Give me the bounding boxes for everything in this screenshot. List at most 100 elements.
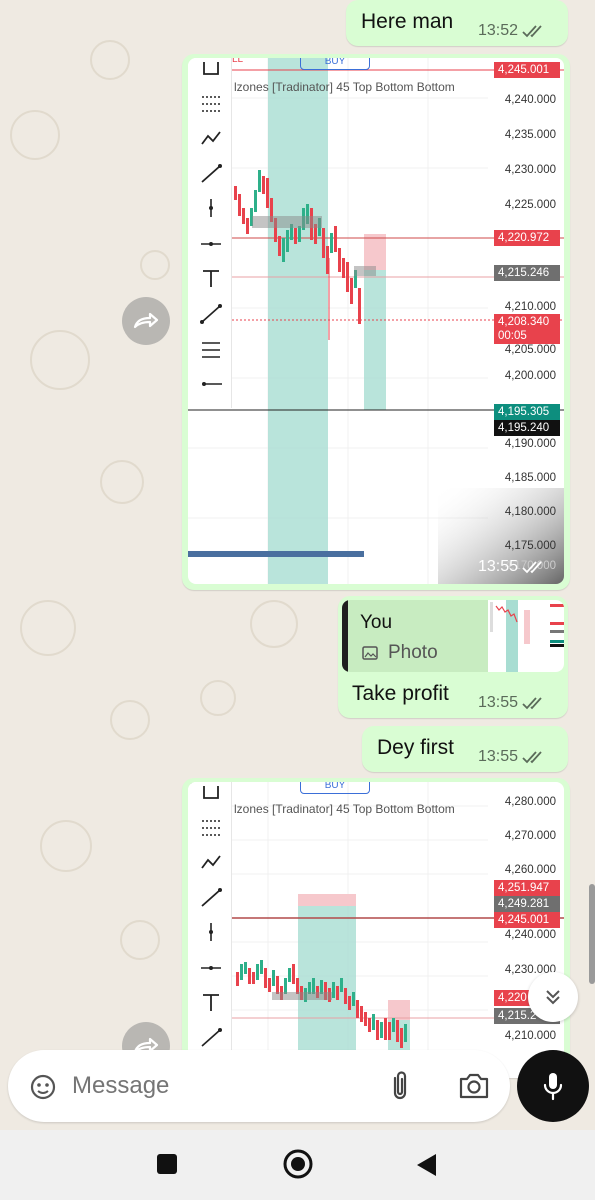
drawing-toolbar <box>188 782 232 1078</box>
chart-buy-button: BUY <box>300 782 370 794</box>
nav-square-icon[interactable] <box>157 1154 177 1174</box>
message-bubble[interactable]: Here man 13:52 <box>346 0 568 46</box>
message-text: Take profit <box>352 682 449 705</box>
horizontal-ray-icon[interactable] <box>200 374 222 394</box>
axis-label: 4,190.000 <box>504 438 556 450</box>
axis-label: 4,180.000 <box>504 506 556 518</box>
wallpaper-doodle <box>100 460 144 504</box>
message-composer <box>8 1050 510 1122</box>
double-check-icon <box>522 561 542 574</box>
line-tool-icon[interactable] <box>200 304 222 324</box>
quote-type: Photo <box>388 642 438 663</box>
forward-button[interactable] <box>122 297 170 345</box>
scrollbar-thumb[interactable] <box>589 884 595 984</box>
nav-home-icon[interactable] <box>282 1148 314 1180</box>
wallpaper-doodle <box>110 700 150 740</box>
price-tag: 4,245.001 <box>494 912 560 928</box>
vertical-line-icon[interactable] <box>200 198 222 218</box>
wallpaper-doodle <box>120 920 160 960</box>
quoted-message[interactable]: You Photo <box>342 600 564 672</box>
nav-back-icon[interactable] <box>414 1152 438 1178</box>
chart-buy-button: BUY <box>300 58 370 70</box>
price-tag: 4,245.001 <box>494 62 560 78</box>
axis-label: 4,225.000 <box>504 199 556 211</box>
wallpaper-doodle <box>250 600 298 648</box>
image-message-bubble[interactable]: BUY LL lzones [Tradinator] 45 Top Bottom… <box>182 54 570 590</box>
price-tag-timer: 00:05 <box>494 328 560 344</box>
wallpaper-doodle <box>30 330 90 390</box>
axis-label: 4,240.000 <box>504 94 556 106</box>
message-bubble[interactable]: Dey first 13:55 <box>362 726 568 772</box>
vertical-line-icon[interactable] <box>200 922 222 942</box>
axis-label: 4,185.000 <box>504 472 556 484</box>
fib-icon[interactable] <box>200 94 222 114</box>
image-message-bubble[interactable]: BUY lzones [Tradinator] 45 Top Bottom Bo… <box>182 778 570 1078</box>
axis-label: 4,260.000 <box>504 864 556 876</box>
message-text: Here man <box>361 10 454 33</box>
message-time: 13:55 <box>478 558 519 575</box>
message-time: 13:52 <box>478 22 519 39</box>
double-check-icon <box>522 697 542 710</box>
magnet-icon[interactable] <box>200 784 222 804</box>
attach-icon[interactable] <box>388 1070 412 1102</box>
reply-message-bubble[interactable]: You Photo Take profit 13:55 <box>338 596 568 718</box>
price-tag: 4,215.246 <box>494 265 560 281</box>
wallpaper-doodle <box>200 680 236 716</box>
message-input[interactable] <box>72 1068 362 1104</box>
axis-label: 4,235.000 <box>504 129 556 141</box>
camera-icon[interactable] <box>458 1072 490 1100</box>
quote-author: You <box>360 612 393 633</box>
chart-screenshot-image[interactable]: BUY lzones [Tradinator] 45 Top Bottom Bo… <box>188 782 564 1078</box>
chart-sell-label: LL <box>232 58 244 65</box>
magnet-icon[interactable] <box>200 60 222 80</box>
axis-label: 4,280.000 <box>504 796 556 808</box>
sticker-icon[interactable] <box>28 1072 58 1102</box>
trend-path-icon[interactable] <box>200 128 222 148</box>
message-meta: 13:55 <box>478 748 548 766</box>
price-tag: 4,195.305 <box>494 404 560 420</box>
price-tag: 4,220.972 <box>494 230 560 246</box>
axis-label: 4,205.000 <box>504 344 556 356</box>
wallpaper-doodle <box>90 40 130 80</box>
quote-thumbnail-chart <box>490 600 564 672</box>
scroll-down-icon <box>546 990 560 1005</box>
chart-screenshot-image[interactable]: BUY LL lzones [Tradinator] 45 Top Bottom… <box>188 58 564 584</box>
wallpaper-doodle <box>140 250 170 280</box>
message-time: 13:55 <box>478 748 519 765</box>
line-tool-icon[interactable] <box>200 1028 222 1048</box>
trend-path-icon[interactable] <box>200 852 222 872</box>
text-tool-icon[interactable] <box>200 268 222 288</box>
horizontal-line-icon[interactable] <box>200 234 222 254</box>
axis-label: 4,240.000 <box>504 929 556 941</box>
photo-icon <box>362 646 378 660</box>
axis-label: 4,210.000 <box>504 301 556 313</box>
wallpaper-doodle <box>40 820 92 872</box>
axis-label: 4,200.000 <box>504 370 556 382</box>
chart-indicator-header: lzones [Tradinator] 45 Top Bottom Bottom <box>234 80 455 94</box>
message-meta: 13:55 <box>478 694 548 712</box>
message-time: 13:55 <box>478 694 519 711</box>
quote-bar <box>342 600 348 672</box>
message-meta: 13:55 <box>478 558 548 576</box>
mic-icon <box>543 1073 563 1101</box>
drawing-toolbar <box>188 58 232 408</box>
fib-icon[interactable] <box>200 818 222 838</box>
system-navigation-bar <box>0 1130 595 1200</box>
horizontal-line-icon[interactable] <box>200 958 222 978</box>
channel-icon[interactable] <box>200 340 222 360</box>
message-text: Dey first <box>377 736 455 759</box>
ray-icon[interactable] <box>200 888 222 908</box>
price-tag: 4,195.240 <box>494 420 560 436</box>
text-tool-icon[interactable] <box>200 992 222 1012</box>
double-check-icon <box>522 25 542 38</box>
axis-label: 4,175.000 <box>504 540 556 552</box>
axis-label: 4,230.000 <box>504 164 556 176</box>
forward-icon <box>133 312 159 329</box>
price-tag: 4,251.947 <box>494 880 560 896</box>
wallpaper-doodle <box>20 600 76 656</box>
chat-area[interactable]: Here man 13:52 BUY LL lzones [Tradinator… <box>0 0 595 1130</box>
ray-icon[interactable] <box>200 164 222 184</box>
double-check-icon <box>522 751 542 764</box>
voice-message-button[interactable] <box>517 1050 589 1122</box>
scroll-to-bottom-button[interactable] <box>528 972 578 1022</box>
